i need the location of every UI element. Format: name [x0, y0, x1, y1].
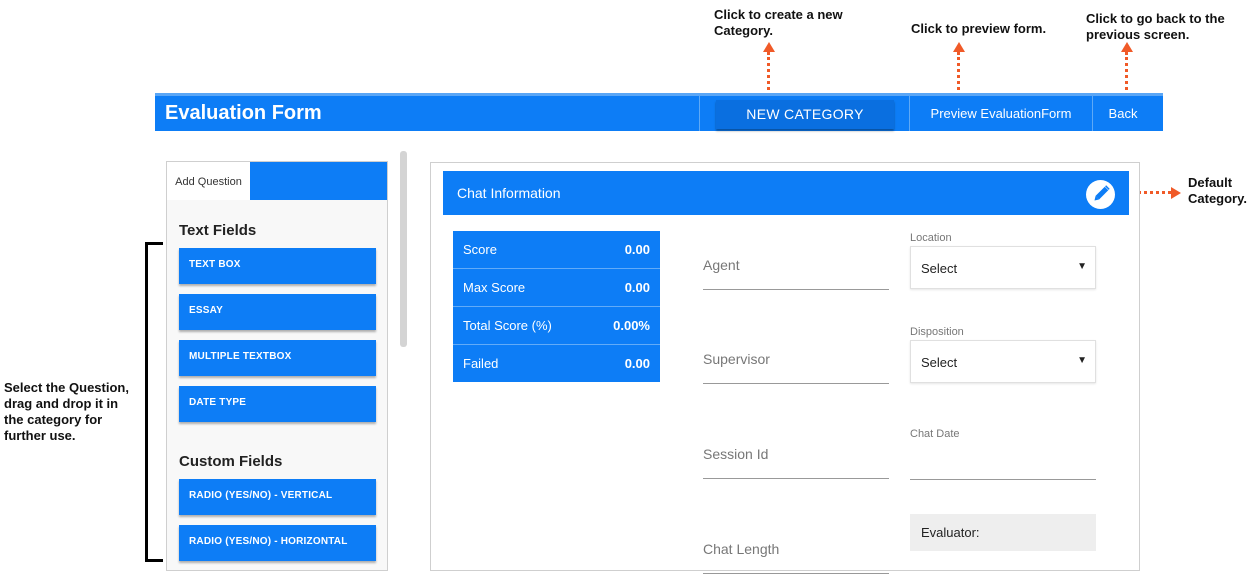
- category-title: Chat Information: [457, 185, 561, 201]
- chat-date-label: Chat Date: [910, 428, 960, 440]
- header-bar: Evaluation Form NEW CATEGORY Preview Eva…: [155, 93, 1163, 131]
- chat-date-input[interactable]: [910, 479, 1096, 480]
- question-essay[interactable]: ESSAY: [179, 294, 376, 330]
- palette-scrollbar[interactable]: [400, 151, 407, 347]
- annotation-new-category: Click to create a new Category.: [714, 7, 843, 38]
- caret-down-icon: ▼: [1077, 261, 1087, 272]
- annotation-bracket: [145, 242, 163, 562]
- question-palette: Add Question Text Fields TEXT BOX ESSAY …: [166, 161, 388, 571]
- score-row: Total Score (%) 0.00%: [453, 307, 660, 345]
- tab-add-question[interactable]: Add Question: [167, 162, 250, 200]
- disposition-label: Disposition: [910, 326, 964, 338]
- score-label: Score: [463, 242, 497, 257]
- section-title-custom-fields: Custom Fields: [179, 453, 283, 470]
- back-button[interactable]: Back: [1093, 96, 1153, 131]
- chat-length-placeholder: Chat Length: [703, 541, 780, 557]
- annotation-drag-drop: Select the Question, drag and drop it in…: [4, 380, 129, 443]
- header-divider: [909, 96, 910, 131]
- category-header: Chat Information: [443, 171, 1129, 215]
- annotation-arrow-new-category: [763, 42, 775, 52]
- score-row: Max Score 0.00: [453, 269, 660, 307]
- disposition-select[interactable]: Select ▼: [910, 340, 1096, 383]
- question-text-box[interactable]: TEXT BOX: [179, 248, 376, 284]
- score-label: Max Score: [463, 280, 526, 295]
- location-value: Select: [921, 261, 958, 276]
- preview-form-button[interactable]: Preview EvaluationForm: [911, 96, 1091, 131]
- edit-category-button[interactable]: [1086, 180, 1115, 209]
- location-select[interactable]: Select ▼: [910, 246, 1096, 289]
- supervisor-placeholder: Supervisor: [703, 351, 770, 367]
- chat-length-field[interactable]: Chat Length: [703, 524, 889, 574]
- category-panel: Chat Information Score 0.00 Max Score 0.…: [430, 162, 1140, 574]
- page-title: Evaluation Form: [165, 102, 322, 124]
- annotation-line-back: [1125, 52, 1128, 90]
- score-row: Failed 0.00: [453, 345, 660, 383]
- score-label: Total Score (%): [463, 318, 552, 333]
- evaluator-label: Evaluator:: [921, 525, 980, 540]
- annotation-back: Click to go back to the previous screen.: [1086, 11, 1225, 42]
- question-radio-vertical[interactable]: RADIO (YES/NO) - VERTICAL: [179, 479, 376, 515]
- score-row: Score 0.00: [453, 231, 660, 269]
- annotation-line-preview: [957, 52, 960, 90]
- session-id-placeholder: Session Id: [703, 446, 769, 462]
- annotation-arrow-default-category: [1171, 187, 1181, 199]
- score-label: Failed: [463, 356, 499, 371]
- new-category-button[interactable]: NEW CATEGORY: [716, 100, 894, 129]
- score-value: 0.00: [624, 242, 650, 257]
- score-value: 0.00: [624, 356, 650, 371]
- annotation-arrow-preview: [953, 42, 965, 52]
- location-label: Location: [910, 232, 952, 244]
- annotation-default-category: Default Category.: [1188, 175, 1247, 206]
- agent-field[interactable]: Agent: [703, 240, 889, 290]
- annotation-preview: Click to preview form.: [911, 21, 1047, 36]
- annotation-arrow-back: [1121, 42, 1133, 52]
- score-value: 0.00%: [613, 318, 650, 333]
- question-date-type[interactable]: DATE TYPE: [179, 386, 376, 422]
- question-radio-horizontal[interactable]: RADIO (YES/NO) - HORIZONTAL: [179, 525, 376, 561]
- evaluator-box: Evaluator:: [910, 514, 1096, 551]
- question-multiple-textbox[interactable]: MULTIPLE TEXTBOX: [179, 340, 376, 376]
- section-title-text-fields: Text Fields: [179, 222, 257, 239]
- score-value: 0.00: [624, 280, 650, 295]
- palette-tab-bar: Add Question: [167, 162, 387, 200]
- disposition-value: Select: [921, 355, 958, 370]
- caret-down-icon: ▼: [1077, 355, 1087, 366]
- session-id-field[interactable]: Session Id: [703, 429, 889, 479]
- agent-placeholder: Agent: [703, 257, 740, 273]
- header-divider: [699, 96, 700, 131]
- score-summary: Score 0.00 Max Score 0.00 Total Score (%…: [453, 231, 660, 382]
- supervisor-field[interactable]: Supervisor: [703, 334, 889, 384]
- pencil-icon: [1094, 185, 1110, 201]
- annotation-line-new-category: [767, 52, 770, 90]
